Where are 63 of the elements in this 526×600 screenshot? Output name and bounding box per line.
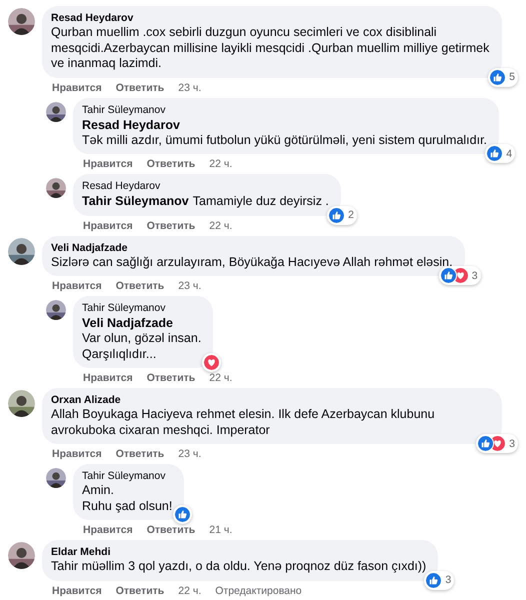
timestamp[interactable]: 22 ч.: [178, 584, 202, 598]
reply-link[interactable]: Ответить: [116, 82, 164, 94]
timestamp[interactable]: 22 ч.: [209, 220, 232, 232]
reply-link[interactable]: Ответить: [116, 584, 164, 598]
like-link[interactable]: Нравится: [83, 524, 133, 537]
mention-link[interactable]: Veli Nadjafzade: [82, 315, 202, 331]
comment-text: Tamamiyle duz deyirsiz .: [192, 194, 329, 208]
reaction-badge[interactable]: 4: [485, 144, 516, 163]
thumbs-up-icon: [174, 506, 192, 523]
thumbs-up-icon: [489, 68, 506, 86]
reply-link[interactable]: Ответить: [116, 280, 164, 293]
timestamp[interactable]: 22 ч.: [209, 372, 232, 385]
comment-text: Var olun, gözəl insan.: [82, 331, 202, 345]
author-name[interactable]: Tahir Süleymanov: [82, 301, 202, 315]
comment-text: Ruhu şad olsun!: [82, 498, 172, 512]
edited-label: Отредактировано: [215, 584, 302, 598]
timestamp[interactable]: 21 ч.: [209, 524, 232, 537]
comment-text: Qurban muellim .cox sebirli duzgun oyuncu secimleri ve cox disiblinali mesqcidi.Azerbaycan millisine layikli mesqcidi .Qurban muellim milliye getirmek ve inanmaq lazimdi.: [51, 25, 490, 70]
reaction-badge[interactable]: 3: [476, 434, 518, 453]
reply-link[interactable]: Ответить: [116, 448, 164, 461]
like-link[interactable]: Нравится: [52, 448, 102, 461]
thumbs-up-icon: [425, 572, 442, 588]
thumbs-up-icon: [440, 267, 457, 284]
comment-text: Tək milli azdır, ümumi futbolun yükü götürülməli, yeni sistem qurulmalıdır.: [82, 132, 488, 146]
heart-icon: [203, 354, 220, 371]
like-link[interactable]: Нравится: [52, 584, 102, 598]
reply-link[interactable]: Ответить: [146, 158, 196, 171]
like-link[interactable]: Нравится: [83, 220, 133, 232]
reaction-badge[interactable]: 3: [424, 570, 454, 590]
author-name[interactable]: Tahir Süleymanov: [82, 469, 172, 483]
thumbs-up-icon: [477, 435, 494, 452]
comment-text: Tahir müəllim 3 qol yazdı, o da oldu. Yenə proqnoz düz fason çıxdı)): [51, 559, 426, 573]
author-name[interactable]: Eldar Mehdi: [51, 545, 426, 559]
reply-link[interactable]: Ответить: [146, 220, 196, 232]
author-name[interactable]: Orxan Alizade: [51, 393, 490, 407]
like-link[interactable]: Нравится: [52, 280, 102, 293]
author-name[interactable]: Tahir Süleymanov: [82, 102, 488, 116]
like-link[interactable]: Нравится: [83, 372, 133, 385]
comment-text: Amin.: [82, 483, 114, 497]
timestamp[interactable]: 23 ч.: [178, 82, 202, 94]
comment-text: Sizlərə can sağlığı arzulayıram, Böyükağa Hacıyevə Allah rəhmət eləsin.: [51, 254, 453, 268]
reaction-badge[interactable]: 5: [488, 68, 518, 86]
author-name[interactable]: Resad Heydarov: [82, 179, 329, 193]
like-link[interactable]: Нравится: [52, 82, 102, 94]
timestamp[interactable]: 23 ч.: [178, 448, 202, 461]
comment-text: Allah Boyukaga Haciyeva rehmet elesin. Ilk defe Azerbaycan klubunu avrokuboka cixaran meshqci. Imperator: [51, 407, 435, 436]
reaction-badge[interactable]: [173, 505, 192, 524]
like-link[interactable]: Нравится: [83, 158, 133, 171]
reply-link[interactable]: Ответить: [146, 524, 196, 537]
comment-text: Qarşılıqlıdır...: [82, 346, 156, 360]
thumbs-up-icon: [486, 145, 504, 162]
mention-link[interactable]: Resad Heydarov: [82, 116, 488, 132]
timestamp[interactable]: 23 ч.: [178, 280, 202, 293]
author-name[interactable]: Resad Heydarov: [51, 11, 490, 25]
reaction-badge[interactable]: [202, 353, 222, 372]
author-name[interactable]: Veli Nadjafzade: [51, 240, 453, 254]
thumbs-up-icon: [328, 206, 346, 224]
heart-icon: [489, 435, 506, 452]
reaction-badge[interactable]: 3: [438, 266, 481, 285]
reaction-badge[interactable]: 2: [327, 206, 357, 224]
mention-link[interactable]: Tahir Süleymanov: [82, 194, 189, 208]
timestamp[interactable]: 22 ч.: [209, 158, 232, 171]
reply-link[interactable]: Ответить: [146, 372, 196, 385]
